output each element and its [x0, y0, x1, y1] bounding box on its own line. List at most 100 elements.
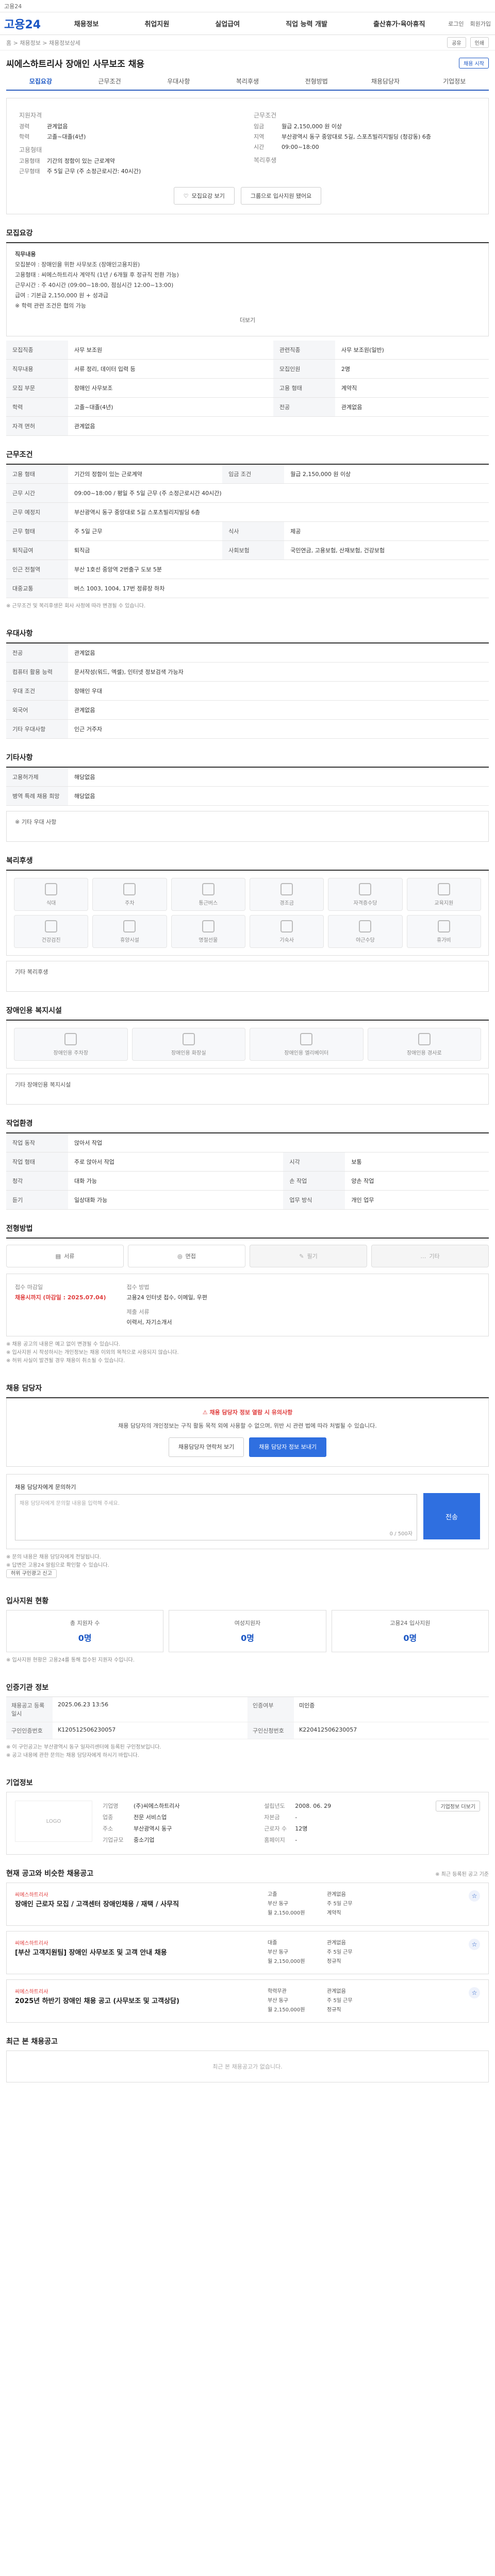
list-item[interactable]: 씨에스하트리사 2025년 하반기 장애인 채용 공고 (사무보조 및 고객상담)… — [6, 1979, 489, 2023]
job-meta: 대졸 관계없음 부산 동구 주 5일 근무 월 2,150,000원 정규직 — [268, 1939, 386, 1967]
tab-company[interactable]: 기업정보 — [420, 73, 489, 90]
company-more-button[interactable]: 기업정보 더보기 — [436, 1801, 480, 1811]
method-etc: … 기타 — [371, 1245, 489, 1267]
login-link[interactable]: 로그인 — [448, 20, 464, 28]
table-row: 근무 예정지 부산광역시 동구 중앙대로 5길 스포츠빌리지빌딩 6층 — [6, 502, 489, 522]
apply-info: 접수 마감일 채용시까지 (마감일 : 2025.07.04) 접수 방법 고용… — [6, 1274, 489, 1336]
inquiry-textarea[interactable]: 채용 담당자에게 문의할 내용을 입력해 주세요. 0 / 500자 — [15, 1494, 417, 1540]
meta-item: 월 2,150,000원 — [268, 1910, 305, 1916]
cell-key: 자본금 — [264, 1814, 280, 1821]
nav-unemployment[interactable]: 실업급여 — [215, 19, 240, 28]
recruit-line: 근무시간 : 주 40시간 (09:00~18:00, 점심시간 12:00~1… — [15, 282, 174, 289]
table-row: 병역 특례 채용 희망 해당없음 — [6, 786, 489, 806]
nav-training[interactable]: 직업 능력 개발 — [286, 19, 327, 28]
report-button[interactable]: 허위 구인광고 신고 — [6, 1569, 57, 1578]
section-etc: 기타사항 고용허가제 해당없음 병역 특례 채용 희망 해당없음 ※ 기타 우대 사… — [0, 752, 495, 842]
welfare-label: 기숙사 — [279, 937, 294, 943]
meta-item: 관계없음 — [327, 1892, 346, 1897]
signup-link[interactable]: 회원가입 — [470, 20, 491, 28]
cell-value: K220412506230057 — [294, 1722, 489, 1739]
section-similar: 현재 공고와 비슷한 채용공고 ※ 최근 등록된 공고 기준 씨에스하트리사 장애… — [0, 1868, 495, 2023]
job-meta: 고졸 관계없음 부산 동구 주 5일 근무 월 2,150,000원 계약직 — [268, 1890, 386, 1918]
job-company: 씨에스하트리사 — [15, 1892, 48, 1898]
global-header: 고용24 채용정보 취업지원 실업급여 직업 능력 개발 출산휴가·육아휴직 로… — [0, 12, 495, 35]
cell-key: 임금 조건 — [222, 465, 285, 484]
breadcrumb: 홈 > 채용정보 > 채용정보상세 공유 인쇄 — [0, 35, 495, 50]
cell-value: 미인증 — [294, 1697, 489, 1722]
star-icon[interactable]: ☆ — [469, 1890, 480, 1902]
note-line: ※ 허위 사실이 발견될 경우 채용이 취소될 수 있습니다. — [6, 1358, 125, 1364]
cell-value: 2008. 06. 29 — [295, 1803, 332, 1809]
cell-value: 2025.06.23 13:56 — [53, 1697, 248, 1722]
job-company: 씨에스하트리사 — [15, 1989, 48, 1995]
view-info-button[interactable]: ♡ 모집요강 보기 — [173, 187, 235, 205]
document-icon: ▤ — [55, 1252, 61, 1260]
kv-key: 지역 — [254, 133, 265, 140]
cell-value: 사무 보조원 — [68, 341, 273, 360]
summary-left: 지원자격 경력 관계없음 학력 고졸~대졸(4년) 고용형태 고용형태 기간의 정함이… — [19, 108, 241, 177]
section-company-title: 기업정보 — [6, 1779, 33, 1787]
cell-key: 기업규모 — [103, 1837, 124, 1843]
job-title[interactable]: 2025년 하반기 장애인 채용 공고 (사무보조 및 고객상담) — [15, 1997, 185, 2006]
contact-notes: ※ 문의 내용은 채용 담당자에게 전달됩니다. ※ 답변은 고용24 알림으로… — [6, 1549, 489, 1582]
cell-value: (주)씨에스하트리사 — [134, 1803, 180, 1809]
apply-way: 고용24 인터넷 접수, 이메일, 우편 — [126, 1294, 207, 1301]
section-disability-title: 장애인용 복지시설 — [6, 1005, 489, 1021]
table-row: 학력 고졸~대졸(4년) 전공 관계없음 — [6, 397, 489, 417]
method-written: ✎ 필기 — [250, 1245, 367, 1267]
welfare-item: 야근수당 — [328, 915, 403, 948]
recruit-table: 모집직종 사무 보조원 관련직종 사무 보조원(일반) 직무내용 서류 정리, 데이터 … — [6, 341, 489, 436]
welfare-grid: 식대 주차 통근버스 경조금 자격증수당 교육지원 건강검진 휴양시설 명절선물… — [6, 871, 489, 956]
kv-value: 09:00~18:00 — [282, 144, 319, 150]
kv-value: 고졸~대졸(4년) — [47, 133, 86, 140]
cell-key: 모집직종 — [6, 341, 68, 360]
job-title[interactable]: [부산 고객지원팀] 장애인 사무보조 및 고객 안내 채용 — [15, 1948, 185, 1958]
contact-alert: ⚠ 채용 담당자 정보 열람 시 유의사항 채용 담당자의 개인정보는 구직 활… — [6, 1398, 489, 1467]
inquiry-count: 0 / 500자 — [389, 1531, 412, 1537]
table-row: 듣기 일상대화 가능 업무 방식 개인 업무 — [6, 1190, 489, 1210]
apply-button[interactable]: 그룹으로 입사지원 됐어요 — [240, 187, 322, 205]
meta-item: 고졸 — [268, 1892, 277, 1897]
alert-title-text: 채용 담당자 정보 열람 시 유의사항 — [209, 1409, 293, 1416]
cell-value: 부산 1호선 중앙역 2번출구 도보 5분 — [68, 560, 489, 579]
section-preference-title: 우대사항 — [6, 628, 489, 643]
tab-conditions[interactable]: 근무조건 — [75, 73, 144, 90]
view-contact-button[interactable]: 채용담당자 연락처 보기 — [169, 1437, 244, 1457]
tab-recruit[interactable]: 모집요강 — [6, 73, 75, 90]
list-item[interactable]: 씨에스하트리사장애인 근로자 모집 / 고객센터 장애인채용 / 재택 / 사무… — [6, 1883, 489, 1926]
welfare-item: 주차 — [92, 878, 167, 911]
note-line: ※ 입사지원 시 작성하시는 개인정보는 채용 이외의 목적으로 사용되지 않습… — [6, 1350, 179, 1355]
warning-icon: ⚠ — [202, 1409, 210, 1416]
nav-leave[interactable]: 출산휴가·육아휴직 — [373, 19, 425, 28]
star-icon[interactable]: ☆ — [469, 1939, 480, 1950]
cell-value: 장애인 우대 — [68, 681, 489, 701]
print-button[interactable]: 인쇄 — [470, 37, 489, 48]
cell-key: 자격 면허 — [6, 416, 68, 436]
table-row: 자격 면허 관계없음 — [6, 416, 489, 436]
meta-item: 관계없음 — [327, 1940, 346, 1946]
job-title[interactable]: 장애인 근로자 모집 / 고객센터 장애인채용 / 재택 / 사무직 — [15, 1900, 185, 1909]
tab-welfare[interactable]: 복리후생 — [213, 73, 282, 90]
method-label: 필기 — [307, 1253, 318, 1260]
global-nav: 채용정보 취업지원 실업급여 직업 능력 개발 출산휴가·육아휴직 — [51, 19, 448, 28]
inquiry-send-button[interactable]: 전송 — [423, 1493, 480, 1539]
page-title: 씨에스하트리사 장애인 사무보조 채용 — [6, 59, 144, 70]
table-row: 직무내용 서류 정리, 데이터 입력 등 모집인원 2명 — [6, 359, 489, 379]
cell-value: - — [295, 1814, 298, 1821]
gift-icon — [280, 883, 293, 895]
method-document: ▤ 서류 — [6, 1245, 124, 1267]
nav-jobs[interactable]: 채용정보 — [74, 19, 99, 28]
cell-value: 관계없음 — [335, 397, 489, 417]
tab-contact[interactable]: 채용담당자 — [351, 73, 420, 90]
nav-support[interactable]: 취업지원 — [144, 19, 169, 28]
share-button[interactable]: 공유 — [447, 37, 466, 48]
table-row: 작업 형태 주로 앉아서 작업 시각 보통 — [6, 1152, 489, 1172]
more-button[interactable]: 더보기 — [15, 311, 480, 330]
site-logo[interactable]: 고용24 — [4, 15, 41, 32]
star-icon[interactable]: ☆ — [469, 1987, 480, 1998]
tab-selection[interactable]: 전형방법 — [282, 73, 351, 90]
list-item[interactable]: 씨에스하트리사 [부산 고객지원팀] 장애인 사무보조 및 고객 안내 채용 대졸… — [6, 1931, 489, 1974]
send-contact-button[interactable]: 채용 담당자 정보 보내기 — [249, 1437, 326, 1457]
company-card: LOGO 기업명 (주)씨에스하트리사 설립년도 2008. 06. 29 업종 전문… — [6, 1792, 489, 1855]
tab-preference[interactable]: 우대사항 — [144, 73, 213, 90]
